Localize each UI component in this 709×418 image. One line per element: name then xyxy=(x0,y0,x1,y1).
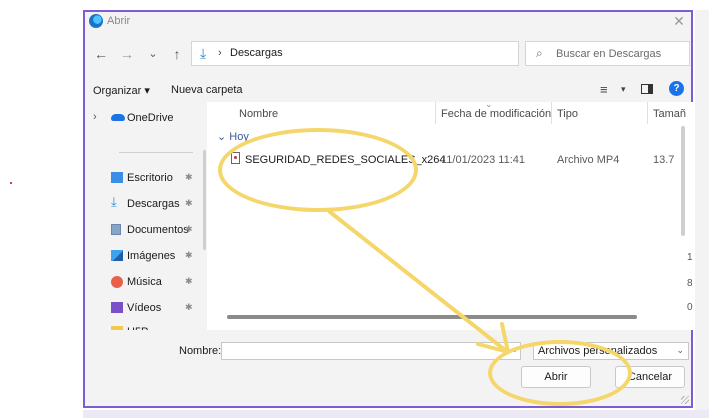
sidebar-item-label: Descargas xyxy=(127,198,180,210)
file-size: 13.7 xyxy=(653,154,675,166)
new-folder-button[interactable]: Nueva carpeta xyxy=(171,84,243,96)
pin-icon: ✱ xyxy=(185,250,193,260)
pin-icon: ✱ xyxy=(185,198,193,208)
documents-icon xyxy=(111,224,121,235)
view-options-icon[interactable]: ≡ xyxy=(600,82,608,97)
back-arrow-icon[interactable]: ← xyxy=(93,46,109,62)
sidebar-item-videos[interactable]: Vídeos ✱ xyxy=(85,298,199,318)
navigation-bar: ← → ⌄ ↑ ⤓ › Descargas ⌄ ↻ ⌕ Buscar en De… xyxy=(85,36,691,72)
music-icon xyxy=(111,276,123,288)
sidebar-item-descargas[interactable]: ⤓ Descargas ✱ xyxy=(85,194,199,214)
table-row[interactable]: SEGURIDAD_REDES_SOCIALES_x264 11/01/2023… xyxy=(207,150,695,170)
horizontal-scrollbar[interactable] xyxy=(227,315,637,319)
expand-chevron-icon[interactable]: › xyxy=(93,111,97,123)
dialog-footer: Nombre: ⌄ Archivos personalizados ⌄ Abri… xyxy=(85,330,691,406)
navigation-pane: › OneDrive Escritorio ✱ ⤓ Descargas ✱ Do… xyxy=(85,102,207,338)
group-label: Hoy xyxy=(229,131,249,143)
background-bottom xyxy=(83,410,709,418)
up-folder-icon[interactable]: ↑ xyxy=(169,46,185,62)
path-separator: › xyxy=(218,47,222,59)
close-icon[interactable]: ✕ xyxy=(671,13,687,29)
vertical-scrollbar[interactable] xyxy=(681,126,685,236)
file-type-value: Archivos personalizados xyxy=(538,345,658,357)
sidebar-item-label: Imágenes xyxy=(127,250,176,262)
background-right xyxy=(695,10,709,410)
command-toolbar: Organizar ▾ Nueva carpeta ≡ ▾ ? xyxy=(85,80,691,100)
pin-icon: ✱ xyxy=(185,302,193,312)
dialog-title: Abrir xyxy=(107,15,131,27)
filename-input[interactable] xyxy=(221,342,521,360)
background-dot xyxy=(10,182,12,184)
forward-arrow-icon[interactable]: → xyxy=(119,46,135,62)
chevron-down-icon: ⌄ xyxy=(676,345,684,355)
download-arrow-icon: ⤓ xyxy=(200,45,207,61)
desktop-folder-icon xyxy=(111,172,123,183)
pin-icon: ✱ xyxy=(185,172,193,182)
column-header-modified[interactable]: Fecha de modificación xyxy=(441,108,551,120)
sidebar-item-escritorio[interactable]: Escritorio ✱ xyxy=(85,168,199,188)
pin-icon: ✱ xyxy=(185,276,193,286)
onedrive-cloud-icon xyxy=(111,114,125,121)
open-button[interactable]: Abrir xyxy=(521,366,591,388)
cancel-button[interactable]: Cancelar xyxy=(615,366,685,388)
column-header-name[interactable]: Nombre xyxy=(239,108,278,120)
sidebar-divider xyxy=(119,152,193,153)
column-divider xyxy=(551,102,552,124)
recent-locations-icon[interactable]: ⌄ xyxy=(145,46,161,62)
search-icon: ⌕ xyxy=(536,46,543,60)
sidebar-item-label: Música xyxy=(127,276,162,288)
column-header-type[interactable]: Tipo xyxy=(557,108,578,120)
sidebar-item-label: Escritorio xyxy=(127,172,173,184)
chevron-down-icon: ⌄ xyxy=(217,131,227,143)
sidebar-scrollbar[interactable] xyxy=(203,150,206,250)
sidebar-item-onedrive[interactable]: › OneDrive xyxy=(85,108,199,128)
group-header-today[interactable]: ⌄ Hoy xyxy=(217,130,249,143)
sidebar-item-label: Vídeos xyxy=(127,302,162,314)
address-bar[interactable]: ⤓ › Descargas ⌄ ↻ xyxy=(191,41,603,66)
file-list: ⌄ Nombre Fecha de modificación Tipo Tama… xyxy=(207,102,695,330)
sidebar-item-label: OneDrive xyxy=(127,112,174,124)
pictures-icon xyxy=(111,250,123,261)
search-input[interactable]: Buscar en Descargas xyxy=(556,48,661,60)
downloads-icon: ⤓ xyxy=(111,194,117,209)
pin-icon: ✱ xyxy=(185,224,193,234)
filename-label: Nombre: xyxy=(179,345,222,357)
column-header-size[interactable]: Tamañ xyxy=(653,108,686,120)
organize-button[interactable]: Organizar ▾ xyxy=(93,84,150,97)
sidebar-item-label: Documentos xyxy=(127,224,189,236)
file-name: SEGURIDAD_REDES_SOCIALES_x264 xyxy=(245,154,446,166)
clipped-text: 8 xyxy=(687,278,693,289)
column-divider xyxy=(435,102,436,124)
resize-grip-icon[interactable] xyxy=(681,396,689,404)
sidebar-item-musica[interactable]: Música ✱ xyxy=(85,272,199,292)
column-divider xyxy=(647,102,648,124)
videos-icon xyxy=(111,302,123,313)
sidebar-item-documentos[interactable]: Documentos ✱ xyxy=(85,220,199,240)
help-icon[interactable]: ? xyxy=(669,81,684,96)
file-modified: 11/01/2023 11:41 xyxy=(441,154,526,166)
open-file-dialog: Abrir ✕ ← → ⌄ ↑ ⤓ › Descargas ⌄ ↻ ⌕ Busc… xyxy=(83,10,695,408)
clipped-text: 0 xyxy=(687,302,693,313)
file-type: Archivo MP4 xyxy=(557,154,620,166)
clipped-text: 1 xyxy=(687,252,693,263)
background-left xyxy=(0,0,83,418)
filename-dropdown-icon[interactable]: ⌄ xyxy=(511,344,519,355)
view-dropdown-icon[interactable]: ▾ xyxy=(621,84,626,95)
title-bar: Abrir ✕ xyxy=(85,12,691,32)
sidebar-item-imagenes[interactable]: Imágenes ✱ xyxy=(85,246,199,266)
video-file-icon xyxy=(231,152,240,164)
edge-browser-icon xyxy=(89,14,103,28)
address-path[interactable]: Descargas xyxy=(230,47,283,59)
preview-pane-icon[interactable] xyxy=(641,84,653,94)
file-type-select[interactable]: Archivos personalizados ⌄ xyxy=(533,342,689,360)
search-box[interactable]: ⌕ Buscar en Descargas xyxy=(525,41,690,66)
